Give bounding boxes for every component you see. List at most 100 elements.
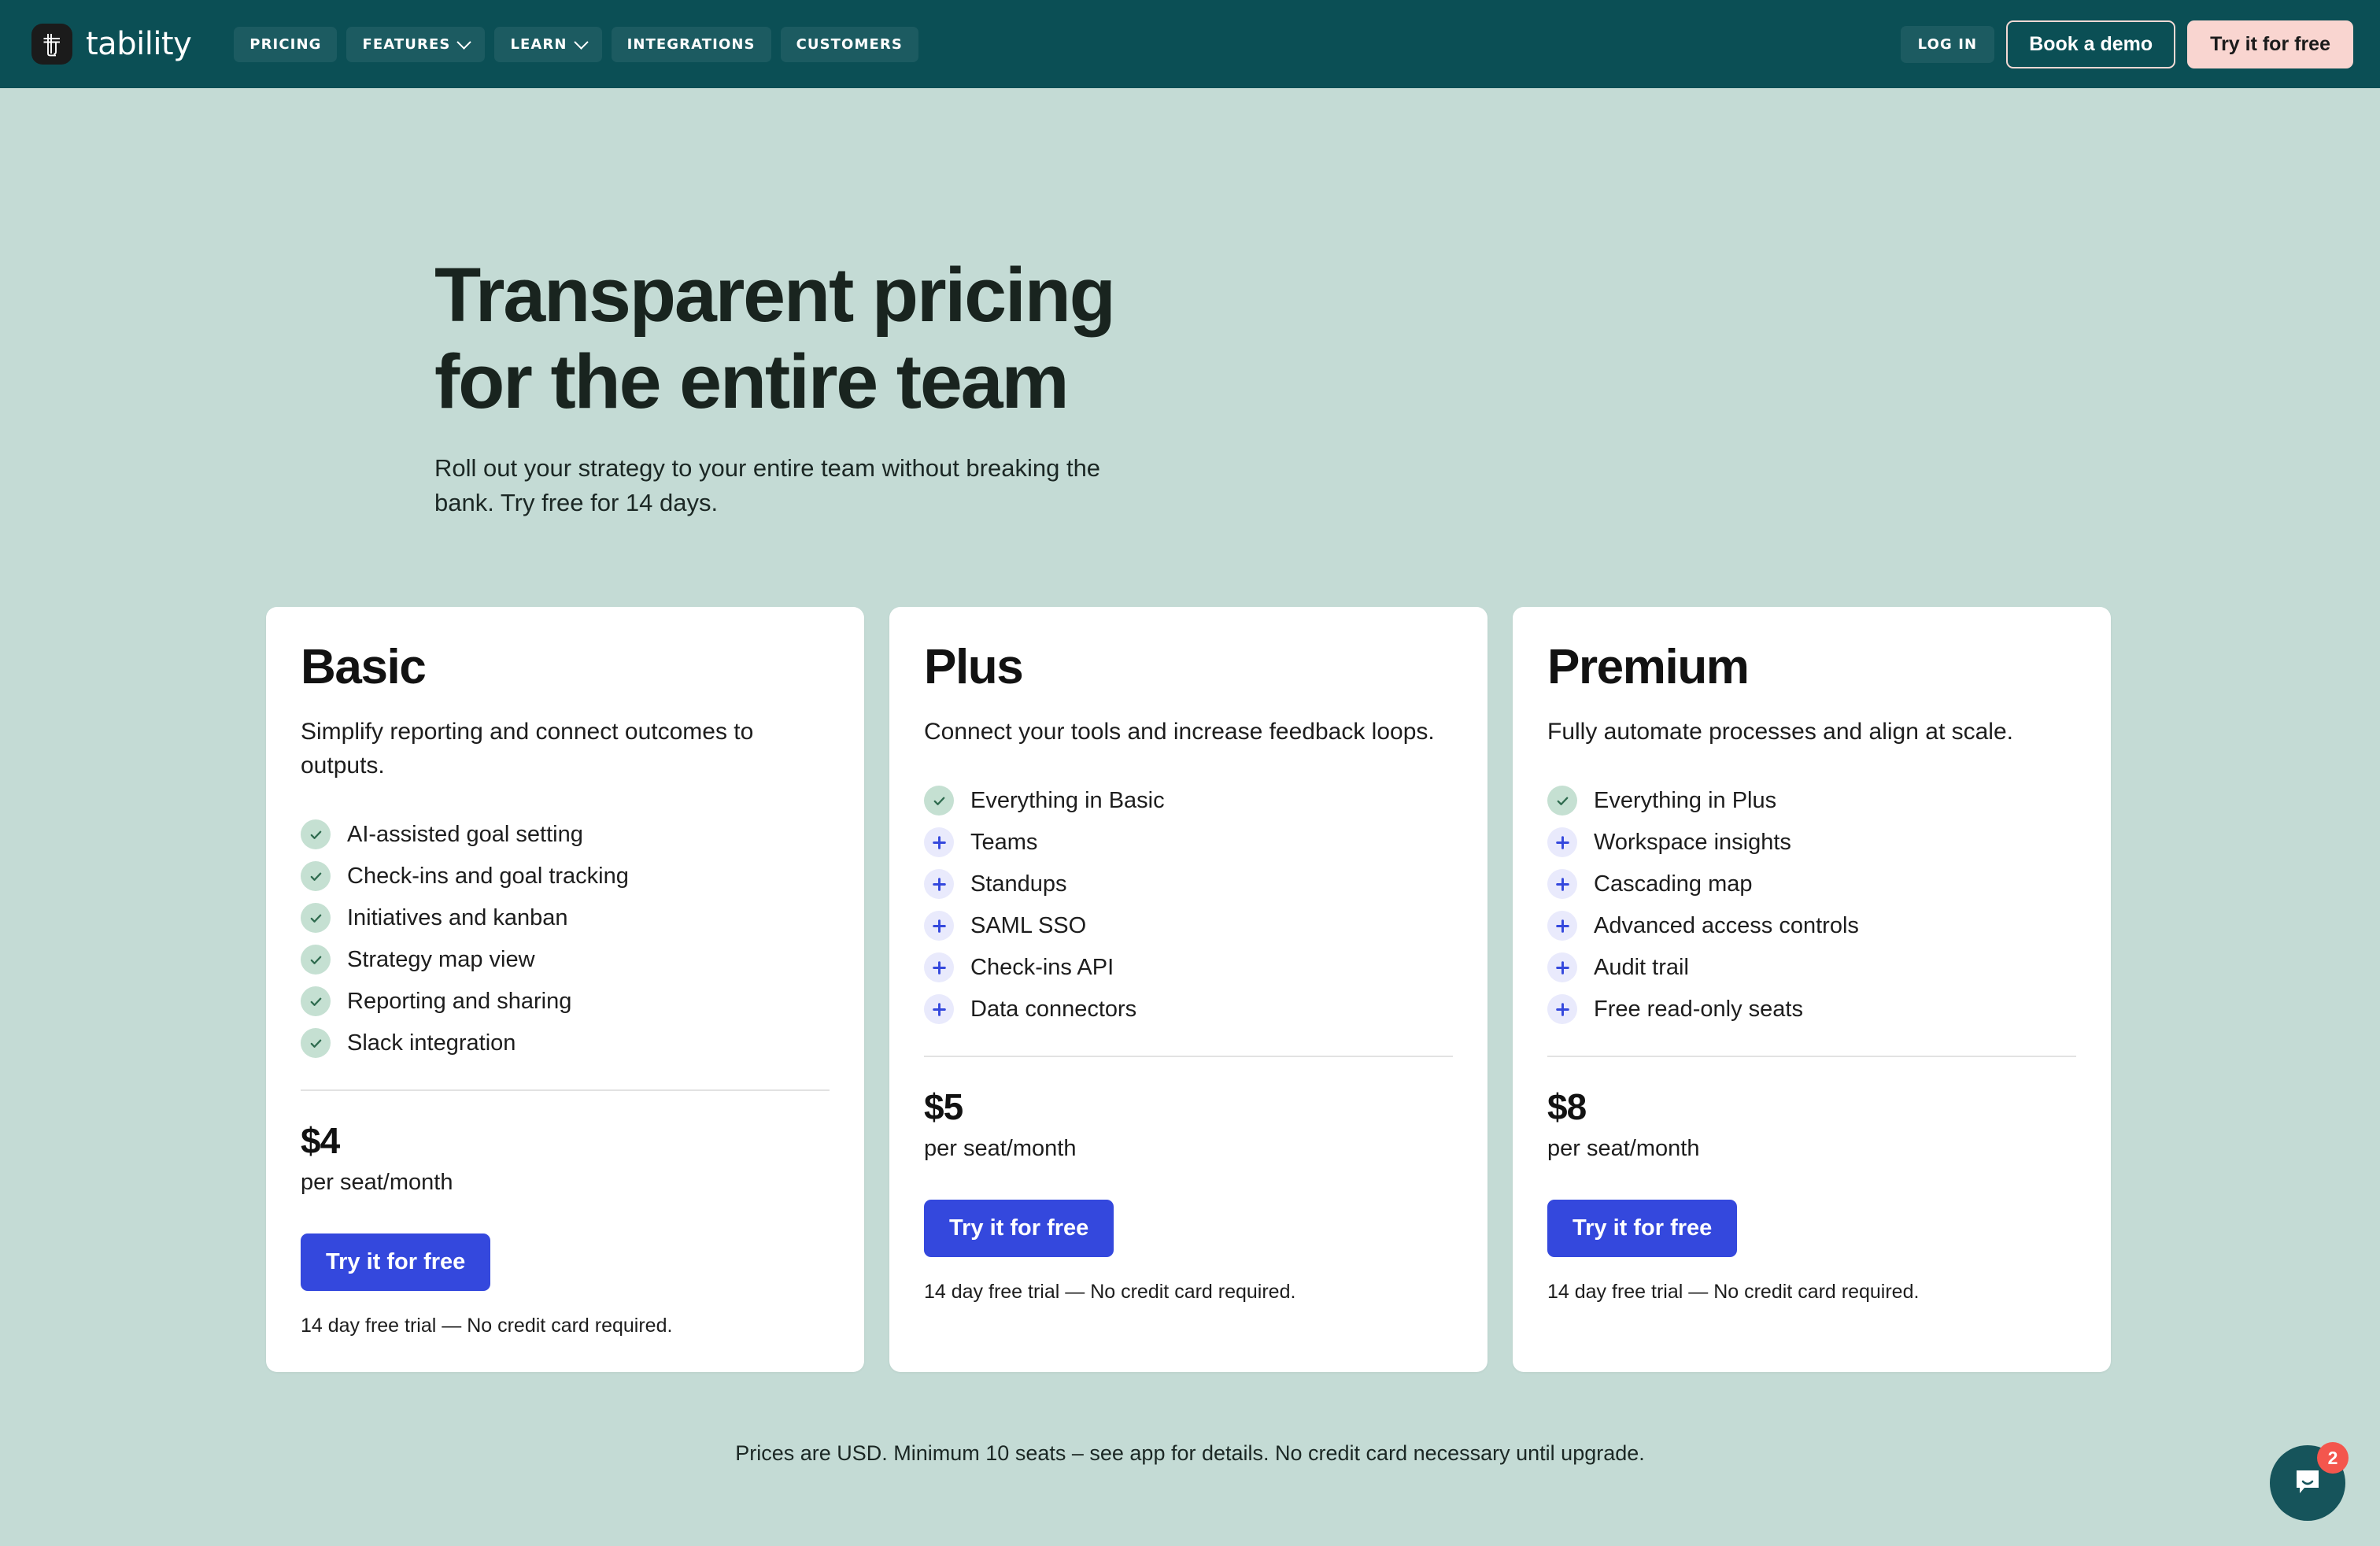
- hero-section: Transparent pricing for the entire team …: [0, 88, 2380, 520]
- list-item: Check-ins and goal tracking: [301, 861, 830, 892]
- list-item: Cascading map: [1547, 869, 2076, 900]
- plan-price: $8: [1547, 1086, 1587, 1128]
- list-item: AI-assisted goal setting: [301, 819, 830, 850]
- try-free-button-premium[interactable]: Try it for free: [1547, 1200, 1738, 1258]
- book-demo-button[interactable]: Book a demo: [2006, 20, 2176, 68]
- card-divider: [924, 1056, 1453, 1058]
- plan-price-unit: per seat/month: [924, 1136, 1077, 1162]
- primary-nav-links: PRICING FEATURES LEARN INTEGRATIONS CUST…: [234, 26, 918, 62]
- check-icon: [301, 986, 331, 1017]
- plan-price-unit: per seat/month: [1547, 1136, 1700, 1162]
- plan-feature-list: Everything in Basic Teams Standups SAML …: [924, 786, 1453, 1025]
- pricing-card-basic: Basic Simplify reporting and connect out…: [266, 607, 864, 1373]
- plus-icon: [1547, 911, 1577, 941]
- plan-price-unit: per seat/month: [301, 1170, 453, 1196]
- login-button[interactable]: LOG IN: [1900, 25, 1995, 63]
- pricing-footnote: Prices are USD. Minimum 10 seats – see a…: [735, 1441, 1645, 1466]
- plus-icon: [924, 911, 954, 941]
- check-icon: [301, 819, 331, 850]
- check-icon: [924, 786, 954, 816]
- card-divider: [301, 1089, 830, 1092]
- plus-icon: [1547, 869, 1577, 900]
- list-item: Everything in Basic: [924, 786, 1453, 816]
- nav-link-integrations-label: INTEGRATIONS: [626, 35, 756, 53]
- plan-name: Premium: [1547, 640, 1750, 695]
- nav-link-features[interactable]: FEATURES: [346, 26, 486, 62]
- page-title-line-1: Transparent pricing: [434, 252, 1116, 338]
- plus-icon: [924, 827, 954, 858]
- feature-label: Workspace insights: [1594, 830, 1791, 856]
- plus-icon: [1547, 952, 1577, 983]
- feature-label: AI-assisted goal setting: [347, 821, 583, 847]
- plan-name: Plus: [924, 640, 1024, 695]
- feature-label: Check-ins and goal tracking: [347, 863, 629, 889]
- nav-link-pricing-label: PRICING: [249, 35, 322, 53]
- nav-link-customers[interactable]: CUSTOMERS: [780, 26, 918, 62]
- list-item: Reporting and sharing: [301, 986, 830, 1017]
- plus-icon: [924, 994, 954, 1025]
- nav-link-pricing[interactable]: PRICING: [234, 26, 338, 62]
- feature-label: Strategy map view: [347, 946, 535, 972]
- top-navigation-bar: tability PRICING FEATURES LEARN INTEGRAT…: [0, 0, 2380, 88]
- check-icon: [301, 861, 331, 892]
- plan-description: Simplify reporting and connect outcomes …: [301, 719, 754, 779]
- feature-label: Cascading map: [1594, 871, 1753, 897]
- brand-home-link[interactable]: tability: [31, 24, 192, 65]
- plus-icon: [1547, 827, 1577, 858]
- page-title-line-2: for the entire team: [434, 338, 1070, 424]
- plan-trial-note: 14 day free trial — No credit card requi…: [924, 1281, 1296, 1304]
- feature-label: Data connectors: [970, 997, 1137, 1023]
- list-item: SAML SSO: [924, 911, 1453, 941]
- try-free-button-plus[interactable]: Try it for free: [924, 1200, 1114, 1258]
- page-title: Transparent pricing for the entire team: [434, 252, 2380, 424]
- nav-link-integrations[interactable]: INTEGRATIONS: [611, 26, 771, 62]
- chevron-down-icon: [573, 34, 589, 50]
- list-item: Strategy map view: [301, 945, 830, 975]
- plus-icon: [1547, 994, 1577, 1025]
- list-item: Data connectors: [924, 994, 1453, 1025]
- check-icon: [301, 1028, 331, 1059]
- feature-label: Advanced access controls: [1594, 913, 1859, 939]
- check-icon: [301, 945, 331, 975]
- brand-name: tability: [86, 26, 192, 62]
- navbar-right-group: LOG IN Book a demo Try it for free: [1900, 20, 2353, 68]
- pricing-card-premium: Premium Fully automate processes and ali…: [1513, 607, 2111, 1373]
- feature-label: Everything in Basic: [970, 788, 1165, 814]
- intercom-chat-launcher[interactable]: 2: [2270, 1442, 2349, 1521]
- chevron-down-icon: [456, 34, 472, 50]
- feature-label: Audit trail: [1594, 955, 1689, 981]
- plan-description: Fully automate processes and align at sc…: [1547, 719, 2013, 745]
- list-item: Advanced access controls: [1547, 911, 2076, 941]
- plan-price: $4: [301, 1120, 340, 1162]
- list-item: Standups: [924, 869, 1453, 900]
- feature-label: Check-ins API: [970, 955, 1114, 981]
- try-free-button-navbar[interactable]: Try it for free: [2187, 20, 2353, 68]
- feature-label: Initiatives and kanban: [347, 904, 568, 930]
- plan-description: Connect your tools and increase feedback…: [924, 719, 1435, 745]
- list-item: Workspace insights: [1547, 827, 2076, 858]
- try-free-button-basic[interactable]: Try it for free: [301, 1233, 491, 1292]
- nav-link-learn-label: LEARN: [510, 35, 567, 53]
- pricing-card-plus: Plus Connect your tools and increase fee…: [889, 607, 1488, 1373]
- list-item: Free read-only seats: [1547, 994, 2076, 1025]
- feature-label: Everything in Plus: [1594, 788, 1777, 814]
- intercom-unread-badge: 2: [2317, 1442, 2349, 1474]
- list-item: Initiatives and kanban: [301, 903, 830, 934]
- card-divider: [1547, 1056, 2076, 1058]
- nav-link-learn[interactable]: LEARN: [494, 26, 602, 62]
- plan-feature-list: AI-assisted goal setting Check-ins and g…: [301, 819, 830, 1059]
- chat-bubble-icon: [2290, 1464, 2325, 1503]
- list-item: Teams: [924, 827, 1453, 858]
- nav-link-features-label: FEATURES: [362, 35, 451, 53]
- navbar-left-group: tability PRICING FEATURES LEARN INTEGRAT…: [31, 24, 918, 65]
- feature-label: Teams: [970, 830, 1038, 856]
- check-icon: [1547, 786, 1577, 816]
- list-item: Audit trail: [1547, 952, 2076, 983]
- check-icon: [301, 903, 331, 934]
- list-item: Everything in Plus: [1547, 786, 2076, 816]
- feature-label: Free read-only seats: [1594, 997, 1803, 1023]
- tability-logo-icon: [31, 24, 72, 65]
- plus-icon: [924, 952, 954, 983]
- pricing-cards-container: Basic Simplify reporting and connect out…: [0, 520, 2380, 1373]
- feature-label: SAML SSO: [970, 913, 1087, 939]
